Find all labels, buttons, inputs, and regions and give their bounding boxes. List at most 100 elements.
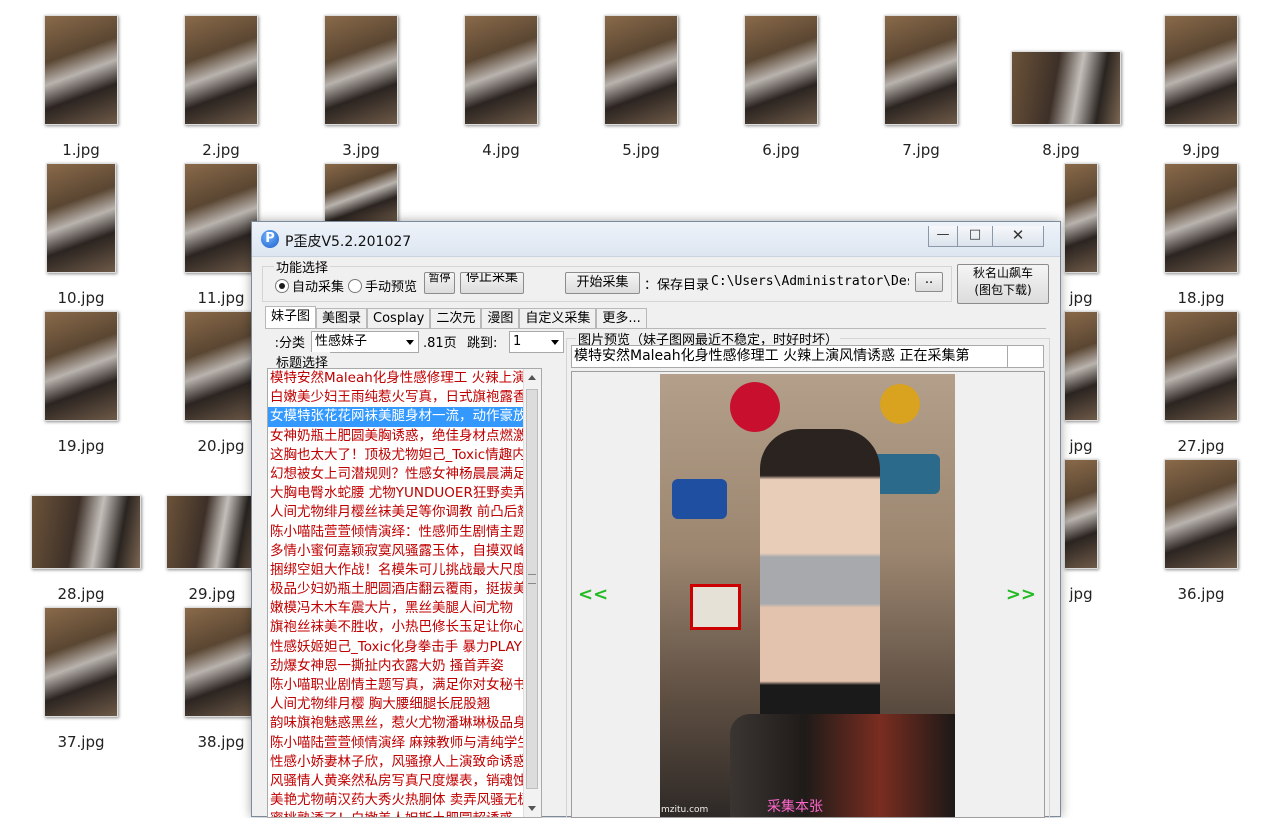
tab-0[interactable]: 妹子图	[265, 306, 317, 329]
file-name-label: 19.jpg	[57, 437, 105, 455]
title-list-item[interactable]: 多情小蜜何嘉颖寂寞风骚露玉体，自摸双峰	[268, 542, 541, 561]
title-list-item[interactable]: 极品少妇奶瓶土肥圆酒店翻云覆雨，挺拔美乳	[268, 580, 541, 599]
list-scrollbar[interactable]	[523, 369, 541, 817]
scroll-thumb[interactable]	[526, 389, 538, 789]
jump-select[interactable]: 1	[509, 331, 564, 353]
file-name-label: 10.jpg	[57, 289, 105, 307]
desktop-file-item[interactable]: 27.jpg	[1151, 311, 1251, 455]
radio-unchecked-icon	[348, 278, 362, 293]
file-thumbnail-image	[324, 163, 398, 223]
desktop-file-item[interactable]: 7.jpg	[871, 15, 971, 159]
title-list-item[interactable]: 大胸电臀水蛇腰 尤物YUNDUOER狂野卖弄风骚	[268, 484, 541, 503]
file-thumbnail-image	[184, 311, 258, 421]
title-list-item[interactable]: 风骚情人黄楽然私房写真尺度爆表，销魂蚀骨	[268, 772, 541, 791]
maximize-icon: □	[968, 227, 982, 242]
desktop-file-item[interactable]: 28.jpg	[31, 495, 141, 603]
title-list-item[interactable]: 这胸也太大了！顶极尤物妲己_Toxic情趣内衣	[268, 446, 541, 465]
car-download-button[interactable]: 秋名山飙车 (图包下载)	[957, 264, 1049, 304]
pause-button[interactable]: 暂停	[424, 272, 455, 294]
file-thumbnail-image	[884, 15, 958, 125]
browse-button[interactable]: ..	[915, 272, 943, 292]
desktop-file-item[interactable]: 1.jpg	[31, 15, 131, 159]
title-list-item[interactable]: 陈小喵陆萱萱倾情演绎 麻辣教师与清纯学生	[268, 734, 541, 753]
desktop-file-item[interactable]: jpg	[311, 163, 411, 223]
desktop-file-item[interactable]: 18.jpg	[1151, 163, 1251, 307]
scroll-up-icon[interactable]	[528, 375, 536, 380]
close-button[interactable]: ✕	[992, 226, 1044, 247]
current-title-field[interactable]: 模特安然Maleah化身性感修理工 火辣上演风情诱惑 正在采集第	[571, 345, 1008, 368]
title-list-item[interactable]: 捆绑空姐大作战！名模朱可儿挑战最大尺度	[268, 561, 541, 580]
tab-6[interactable]: 更多...	[596, 308, 647, 329]
auto-collect-radio[interactable]: 自动采集	[275, 276, 348, 295]
category-select[interactable]: 性感妹子	[311, 331, 419, 353]
preview-photo: mzitu.com	[660, 374, 955, 817]
minimize-button[interactable]: —	[928, 226, 958, 247]
tab-5[interactable]: 自定义采集	[519, 308, 597, 329]
title-list-item[interactable]: 模特安然Maleah化身性感修理工 火辣上演风情诱惑	[268, 369, 541, 388]
title-list-item[interactable]: 女神奶瓶土肥圆美胸诱惑，绝佳身材点燃激情	[268, 427, 541, 446]
title-list-item[interactable]: 陈小喵陆萱萱倾情演绎：性感师生剧情主题	[268, 523, 541, 542]
prev-image-button[interactable]: <<	[578, 584, 608, 605]
tab-3[interactable]: 二次元	[430, 308, 482, 329]
desktop-file-item[interactable]: 36.jpg	[1151, 459, 1251, 603]
file-thumbnail-image	[1164, 311, 1238, 421]
desktop-file-item[interactable]: 4.jpg	[451, 15, 551, 159]
next-image-button[interactable]: >>	[1006, 584, 1036, 605]
desktop-file-item[interactable]: 6.jpg	[731, 15, 831, 159]
file-thumbnail-image	[44, 311, 118, 421]
grip-icon	[528, 574, 536, 584]
title-list-item[interactable]: 旗袍丝袜美不胜收，小热巴修长玉足让你心动	[268, 618, 541, 637]
title-list-item[interactable]: 陈小喵职业剧情主题写真，满足你对女秘书的幻想	[268, 676, 541, 695]
desktop-file-item[interactable]: 10.jpg	[31, 163, 131, 307]
title-list-item[interactable]: 蜜桃熟透了！白嫩美人妲斯土肥圆超诱惑	[268, 810, 541, 817]
file-thumbnail-image	[31, 495, 141, 569]
desktop-file-item[interactable]: 19.jpg	[31, 311, 131, 455]
file-thumbnail-image	[1164, 459, 1238, 569]
minimize-icon: —	[936, 227, 950, 242]
title-list-item[interactable]: 劲爆女神恩一撕扯内衣露大奶 搔首弄姿	[268, 657, 541, 676]
watermark: mzitu.com	[661, 805, 709, 815]
title-list-item[interactable]: 嫩模冯木木车震大片，黑丝美腿人间尤物	[268, 599, 541, 618]
auto-collect-label: 自动采集	[292, 280, 345, 295]
desktop-file-item[interactable]: 5.jpg	[591, 15, 691, 159]
title-list-item[interactable]: 韵味旗袍魅惑黑丝，惹火尤物潘琳琳极品身材	[268, 714, 541, 733]
function-group-legend: 功能选择	[274, 257, 331, 276]
tab-1[interactable]: 美图录	[316, 308, 368, 329]
maximize-button[interactable]: □	[957, 226, 993, 247]
desktop-file-item[interactable]: 29.jpg	[162, 495, 262, 603]
file-thumbnail-image	[1011, 51, 1121, 125]
file-name-label: 36.jpg	[1177, 585, 1225, 603]
manual-preview-radio[interactable]: 手动预览	[348, 276, 425, 295]
file-thumbnail-image	[1064, 311, 1098, 421]
tab-2[interactable]: Cosplay	[367, 308, 431, 329]
desktop-file-item[interactable]: 9.jpg	[1151, 15, 1251, 159]
car-download-line2: (图包下载)	[974, 283, 1032, 297]
file-thumbnail-image	[1164, 15, 1238, 125]
title-list-item[interactable]: 人间尤物绯月樱丝袜美足等你调教 前凸后翘	[268, 503, 541, 522]
chevron-down-icon	[406, 340, 414, 345]
tab-4[interactable]: 漫图	[481, 308, 520, 329]
start-collect-button[interactable]: 开始采集	[565, 272, 640, 294]
progress-field	[1007, 345, 1044, 368]
title-list-item[interactable]: 白嫩美少妇王雨纯惹火写真，日式旗袍露香肩	[268, 388, 541, 407]
title-list-item[interactable]: 性感妖姬妲己_Toxic化身拳击手 暴力PLAY	[268, 638, 541, 657]
file-thumbnail-image	[1064, 163, 1098, 273]
file-thumbnail-image	[184, 163, 258, 273]
title-list-item[interactable]: 女模特张花花网袜美腿身材一流，动作豪放	[268, 407, 541, 427]
save-dir-field[interactable]: C:\Users\Administrator\Desktop	[711, 273, 909, 291]
desktop-file-item[interactable]: 2.jpg	[171, 15, 271, 159]
title-list-item[interactable]: 性感小娇妻林子欣，风骚撩人上演致命诱惑	[268, 753, 541, 772]
title-list-item[interactable]: 幻想被女上司潜规则？性感女神杨晨晨满足你	[268, 465, 541, 484]
title-list[interactable]: 模特安然Maleah化身性感修理工 火辣上演风情诱惑白嫩美少妇王雨纯惹火写真，日…	[267, 368, 542, 818]
desktop-file-item[interactable]: 37.jpg	[31, 607, 131, 751]
scroll-down-icon[interactable]	[528, 806, 536, 811]
file-thumbnail-image	[184, 15, 258, 125]
jump-label: 跳到:	[467, 336, 498, 351]
title-list-item[interactable]: 人间尤物绯月樱 胸大腰细腿长屁股翘	[268, 695, 541, 714]
desktop-file-item[interactable]: 8.jpg	[1011, 51, 1121, 159]
title-bar[interactable]: P P歪皮V5.2.201027 — □ ✕	[252, 222, 1060, 257]
file-name-label: 4.jpg	[482, 141, 520, 159]
stop-collect-button[interactable]: 停止采集	[460, 272, 524, 294]
title-list-item[interactable]: 美艳尤物萌汉药大秀火热胴体 卖弄风骚无极限	[268, 791, 541, 810]
desktop-file-item[interactable]: 3.jpg	[311, 15, 411, 159]
